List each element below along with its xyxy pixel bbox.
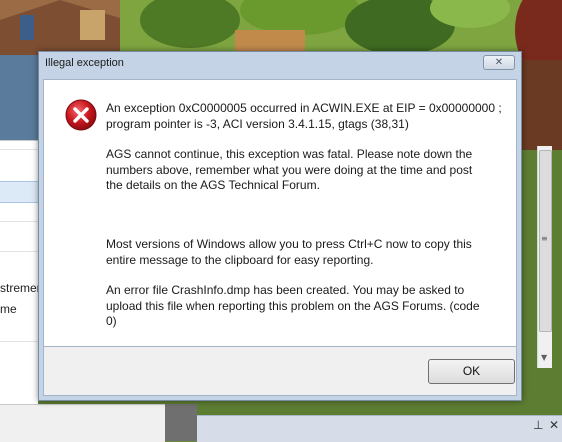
dialog-button-bar: OK — [43, 347, 517, 396]
background-scrollbar[interactable]: ≡ ▼ — [537, 146, 552, 368]
dialog-titlebar[interactable]: Illegal exception ✕ — [39, 52, 521, 74]
background-window-selected-row[interactable] — [0, 181, 38, 203]
dialog-title: Illegal exception — [45, 57, 124, 69]
copy-hint-message: Most versions of Windows allow you to pr… — [106, 237, 472, 267]
error-icon — [65, 99, 97, 131]
ok-button[interactable]: OK — [428, 359, 515, 384]
panel-close-icon[interactable]: ✕ — [549, 418, 559, 432]
docked-panel-header — [197, 415, 562, 442]
pin-icon[interactable]: ⊥ — [533, 418, 543, 432]
scrollbar-grip-icon: ≡ — [541, 234, 548, 243]
scroll-down-arrow-icon[interactable]: ▼ — [541, 353, 547, 362]
background-window-text: stremer — [0, 281, 41, 295]
dialog-message-area: An exception 0xC0000005 occurred in ACWI… — [43, 79, 517, 347]
background-window-bottom — [0, 404, 165, 442]
background-gap — [165, 404, 197, 441]
background-window-text: me — [0, 302, 17, 316]
dialog-close-button[interactable]: ✕ — [483, 55, 515, 70]
illegal-exception-dialog: Illegal exception ✕ An exception 0xC0000… — [38, 51, 522, 401]
exception-message: An exception 0xC0000005 occurred in ACWI… — [106, 101, 502, 131]
fatal-message: AGS cannot continue, this exception was … — [106, 147, 473, 192]
crash-file-message: An error file CrashInfo.dmp has been cre… — [106, 283, 480, 328]
background-window: stremer me — [0, 140, 41, 416]
close-icon: ✕ — [494, 57, 504, 68]
